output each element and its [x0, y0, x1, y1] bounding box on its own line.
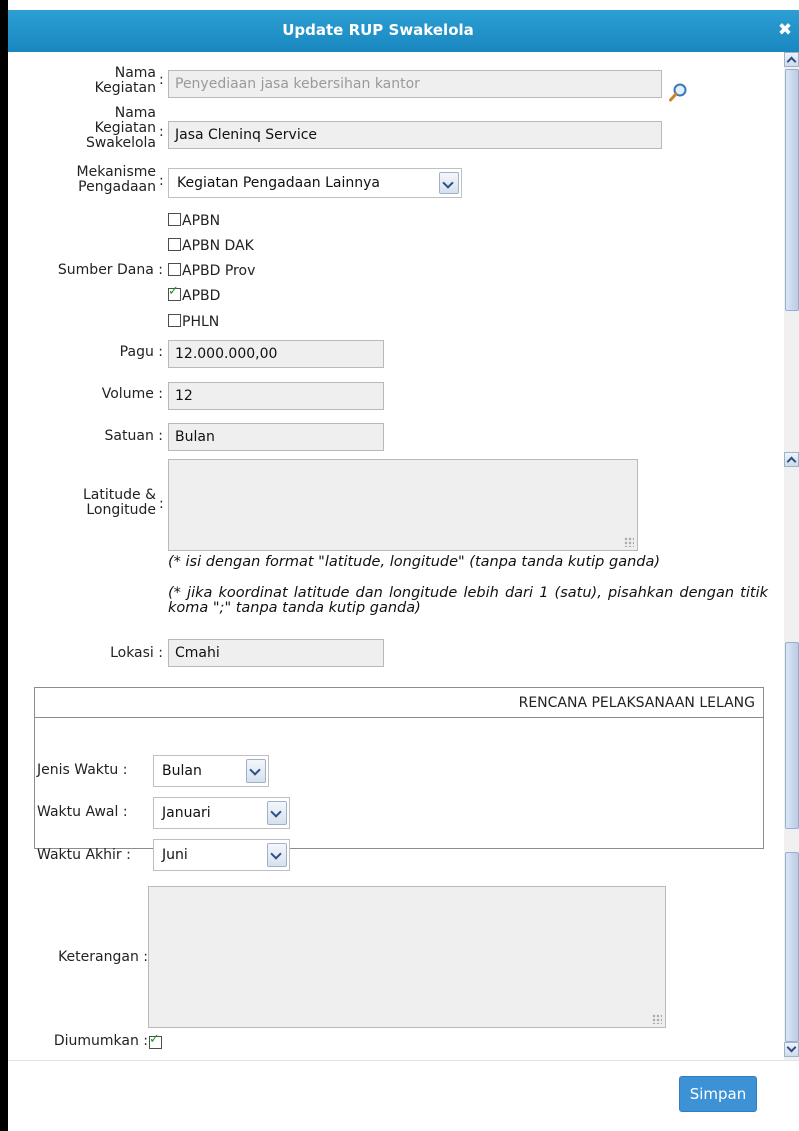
latlong-label: Latitude & Longitude	[83, 487, 156, 518]
jenis-waktu-select[interactable]: Bulan	[153, 755, 269, 787]
resize-grip-icon[interactable]	[624, 537, 634, 547]
waktu-akhir-label: Waktu Akhir :	[37, 847, 131, 863]
diumumkan-label: Diumumkan :	[53, 1033, 148, 1049]
keterangan-textarea[interactable]	[148, 886, 666, 1028]
nama-kegiatan-swakelola-field[interactable]: Jasa Cleninq Service	[168, 121, 662, 149]
diumumkan-checkbox[interactable]	[149, 1032, 162, 1049]
rencana-section: RENCANA PELAKSANAAN LELANG Jenis Waktu :…	[34, 687, 764, 863]
format-note: (* isi dengan format "latitude, longitud…	[168, 554, 661, 570]
scrollbar-lower[interactable]	[784, 452, 799, 1060]
footer-divider	[8, 1060, 799, 1061]
scrollbar-thumb[interactable]	[785, 69, 799, 311]
resize-grip-icon[interactable]	[652, 1014, 662, 1024]
checkbox-apbd[interactable]	[168, 284, 181, 301]
scroll-up-icon[interactable]	[784, 52, 799, 67]
rencana-header: RENCANA PELAKSANAAN LELANG	[35, 688, 763, 718]
checkbox-apbn[interactable]	[168, 213, 181, 226]
volume-field[interactable]: 12	[168, 382, 384, 410]
scroll-down-icon[interactable]	[784, 1042, 799, 1057]
save-button[interactable]: Simpan	[679, 1076, 757, 1112]
nama-kegiatan-label: Nama Kegiatan	[94, 65, 156, 96]
volume-label: Volume :	[101, 386, 163, 402]
checkbox-apbn-dak[interactable]	[168, 238, 181, 251]
checkbox-label: APBN DAK	[182, 238, 254, 254]
keterangan-label: Keterangan :	[58, 949, 148, 965]
sumber-dana-label: Sumber Dana :	[57, 262, 163, 278]
window-left-border	[0, 0, 8, 1131]
waktu-akhir-select[interactable]: Juni	[153, 839, 290, 871]
dialog-title: Update RUP Swakelola	[282, 21, 474, 39]
latlong-textarea[interactable]	[168, 459, 638, 551]
scrollbar-upper[interactable]	[784, 52, 799, 452]
scrollbar-thumb[interactable]	[785, 642, 799, 829]
jenis-waktu-label: Jenis Waktu :	[37, 762, 128, 778]
dialog-titlebar: Update RUP Swakelola ✖	[8, 10, 799, 52]
nama-kegiatan-field[interactable]: Penyediaan jasa kebersihan kantor	[168, 70, 662, 98]
waktu-awal-value: Januari	[162, 805, 211, 821]
waktu-awal-select[interactable]: Januari	[153, 797, 290, 829]
jenis-waktu-value: Bulan	[162, 763, 202, 779]
satuan-field[interactable]: Bulan	[168, 423, 384, 451]
pagu-label: Pagu :	[119, 344, 163, 360]
lokasi-label: Lokasi :	[110, 645, 163, 661]
checkbox-apbd-prov[interactable]	[168, 263, 181, 276]
chevron-down-icon	[267, 801, 287, 825]
waktu-akhir-value: Juni	[162, 847, 188, 863]
separator-note: (* jika koordinat latitude dan longitude…	[168, 585, 768, 616]
scrollbar-thumb[interactable]	[785, 852, 799, 1042]
update-rup-dialog: Update RUP Swakelola ✖ Nama Kegiatan : P…	[8, 10, 799, 1131]
lokasi-field[interactable]: Cmahi	[168, 639, 384, 667]
mekanisme-select[interactable]: Kegiatan Pengadaan Lainnya	[168, 168, 462, 198]
chevron-down-icon	[267, 843, 287, 867]
scroll-up-icon[interactable]	[784, 452, 799, 467]
checkbox-phln[interactable]	[168, 314, 181, 327]
checkbox-label: APBD Prov	[182, 263, 256, 279]
search-icon[interactable]	[668, 82, 688, 102]
mekanisme-selected-value: Kegiatan Pengadaan Lainnya	[177, 175, 380, 191]
close-icon[interactable]: ✖	[775, 20, 795, 40]
nama-kegiatan-swakelola-label: Nama Kegiatan Swakelola	[85, 105, 156, 151]
satuan-label: Satuan :	[104, 428, 163, 444]
waktu-awal-label: Waktu Awal :	[37, 804, 128, 820]
mekanisme-pengadaan-label: Mekanisme Pengadaan	[76, 164, 156, 195]
chevron-down-icon	[439, 172, 459, 194]
pagu-field[interactable]: 12.000.000,00	[168, 340, 384, 368]
rencana-title: RENCANA PELAKSANAAN LELANG	[518, 695, 755, 711]
checkbox-label: APBN	[182, 213, 221, 229]
checkbox-label: PHLN	[182, 314, 220, 330]
checkbox-label: APBD	[182, 288, 221, 304]
chevron-down-icon	[246, 759, 266, 783]
